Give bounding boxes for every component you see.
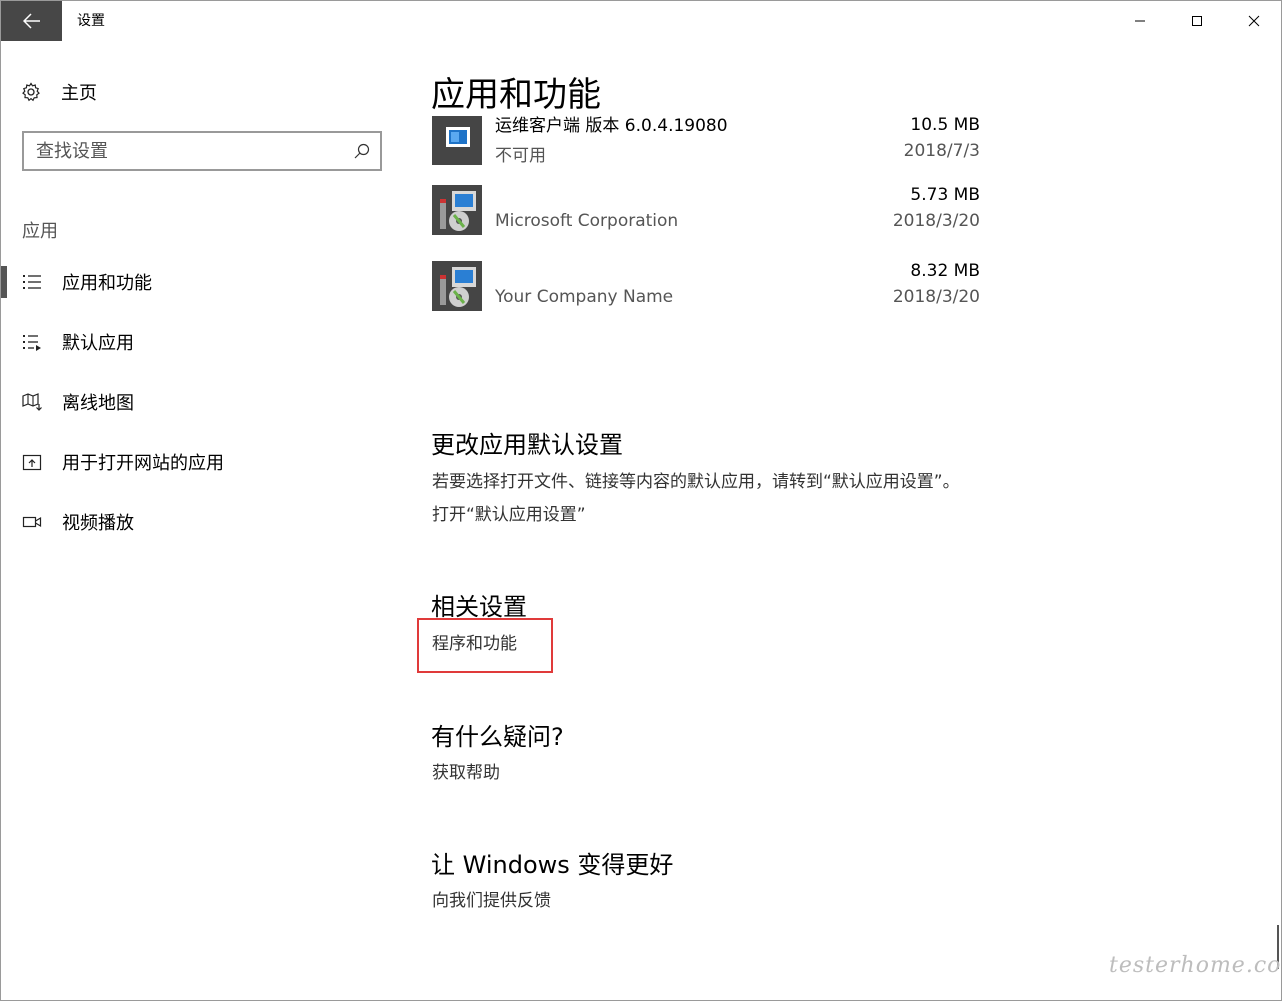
app-size: 5.73 MB <box>910 185 980 205</box>
sidebar-item-label: 默认应用 <box>62 333 134 354</box>
app-date: 2018/7/3 <box>903 141 980 161</box>
maximize-icon <box>1191 16 1202 26</box>
search-input[interactable] <box>36 139 336 163</box>
sidebar-item-offline-maps[interactable]: 离线地图 <box>1 382 401 422</box>
app-publisher: 不可用 <box>495 146 546 166</box>
page-title: 应用和功能 <box>431 67 611 116</box>
sidebar-item-label: 用于打开网站的应用 <box>62 453 224 474</box>
feedback-heading: 让 Windows 变得更好 <box>431 851 674 879</box>
installer-icon <box>432 261 482 311</box>
offline-maps-icon <box>22 393 42 411</box>
nav-home[interactable]: 主页 <box>21 77 97 107</box>
help-heading: 有什么疑问? <box>431 723 564 751</box>
list-item[interactable]: Your Company Name 8.32 MB 2018/3/20 <box>432 261 992 321</box>
client-app-icon <box>432 115 482 165</box>
default-apps-icon <box>23 335 41 351</box>
app-size: 8.32 MB <box>910 261 980 281</box>
app-list: 运维客户端 版本 6.0.4.19080 不可用 10.5 MB 2018/7/… <box>432 111 992 321</box>
defaults-description: 若要选择打开文件、链接等内容的默认应用，请转到“默认应用设置”。 <box>432 472 960 492</box>
highlight-box <box>417 618 553 673</box>
app-size: 10.5 MB <box>910 115 980 135</box>
gear-icon <box>22 82 40 102</box>
app-date: 2018/3/20 <box>892 211 980 231</box>
video-playback-icon <box>22 516 42 528</box>
close-button[interactable] <box>1225 1 1281 41</box>
back-arrow-icon <box>22 13 40 29</box>
app-publisher: Microsoft Corporation <box>495 211 679 231</box>
back-button[interactable] <box>1 1 62 41</box>
open-default-apps-link[interactable]: 打开“默认应用设置” <box>432 500 586 525</box>
minimize-icon <box>1134 20 1145 22</box>
apps-for-websites-icon <box>22 454 42 471</box>
sidebar-item-label: 视频播放 <box>62 513 134 534</box>
maximize-button[interactable] <box>1168 1 1225 41</box>
installer-icon <box>432 185 482 235</box>
sidebar-item-label: 离线地图 <box>62 393 134 414</box>
close-icon <box>1248 15 1259 27</box>
sidebar-item-label: 应用和功能 <box>62 273 152 294</box>
defaults-heading: 更改应用默认设置 <box>431 431 623 459</box>
app-date: 2018/3/20 <box>892 287 980 307</box>
sidebar-item-apps-features[interactable]: 应用和功能 <box>1 262 401 302</box>
give-feedback-link[interactable]: 向我们提供反馈 <box>432 886 551 911</box>
watermark: testerhome.com <box>1109 953 1282 978</box>
sidebar-item-apps-for-websites[interactable]: 用于打开网站的应用 <box>1 442 401 482</box>
list-item[interactable]: 运维客户端 版本 6.0.4.19080 不可用 10.5 MB 2018/7/… <box>432 115 992 175</box>
settings-window: 设置 主页 应用 应用和功能 <box>0 0 1282 1001</box>
related-settings-heading: 相关设置 <box>431 593 527 621</box>
sidebar-item-video-playback[interactable]: 视频播放 <box>1 502 401 542</box>
list-item[interactable]: Microsoft Corporation 5.73 MB 2018/3/20 <box>432 185 992 245</box>
nav-home-label: 主页 <box>61 83 97 104</box>
app-publisher: Your Company Name <box>495 287 674 307</box>
sidebar-item-default-apps[interactable]: 默认应用 <box>1 322 401 362</box>
search-icon[interactable] <box>354 143 370 159</box>
selection-indicator <box>1 266 7 298</box>
search-box[interactable] <box>22 131 382 171</box>
get-help-link[interactable]: 获取帮助 <box>432 758 500 783</box>
title-bar: 设置 <box>1 1 1281 41</box>
minimize-button[interactable] <box>1111 1 1168 41</box>
nav-section-label: 应用 <box>22 221 58 242</box>
window-title: 设置 <box>77 13 105 29</box>
apps-features-icon <box>23 275 41 289</box>
